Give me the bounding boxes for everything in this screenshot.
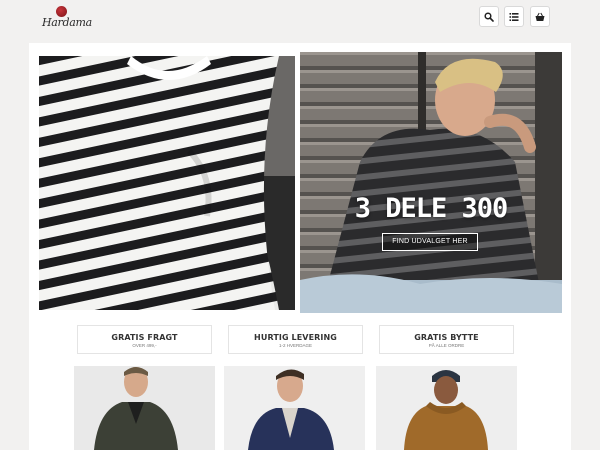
logo[interactable]: Hardama <box>42 6 92 32</box>
usp-free-shipping: GRATIS FRAGT OVER 499,- <box>77 325 212 354</box>
usp-subtitle: OVER 499,- <box>132 343 157 348</box>
search-icon <box>484 11 494 22</box>
usp-title: HURTIG LEVERING <box>254 333 337 342</box>
menu-button[interactable] <box>504 6 524 27</box>
hero-image-striped-shirt[interactable] <box>39 56 295 310</box>
striped-shirt-illustration <box>39 56 295 310</box>
hero-model-illustration <box>300 52 562 313</box>
product-card-hoodie[interactable] <box>376 366 517 450</box>
hero-cta-button[interactable]: FIND UDVALGET HER <box>382 233 478 251</box>
basket-button[interactable] <box>530 6 550 27</box>
product-card-jacket[interactable] <box>74 366 215 450</box>
product-card-blazer[interactable] <box>224 366 365 450</box>
list-icon <box>509 12 519 21</box>
usp-subtitle: PÅ ALLE ORDRE <box>428 343 465 348</box>
product-image <box>224 366 365 450</box>
usp-fast-delivery: HURTIG LEVERING 1-2 HVERDAGE <box>228 325 363 354</box>
usp-subtitle: 1-2 HVERDAGE <box>278 343 312 348</box>
product-image <box>74 366 215 450</box>
top-bar: Hardama <box>0 0 600 38</box>
basket-icon <box>535 12 545 21</box>
usp-title: GRATIS BYTTE <box>414 333 479 342</box>
search-button[interactable] <box>479 6 499 27</box>
product-image <box>376 366 517 450</box>
hero-headline: 3 DELE 300 <box>354 193 509 224</box>
usp-free-exchange: GRATIS BYTTE PÅ ALLE ORDRE <box>379 325 514 354</box>
hero-banner[interactable]: 3 DELE 300 FIND UDVALGET HER <box>300 52 562 313</box>
logo-text: Hardama <box>42 16 92 29</box>
usp-title: GRATIS FRAGT <box>111 333 178 342</box>
